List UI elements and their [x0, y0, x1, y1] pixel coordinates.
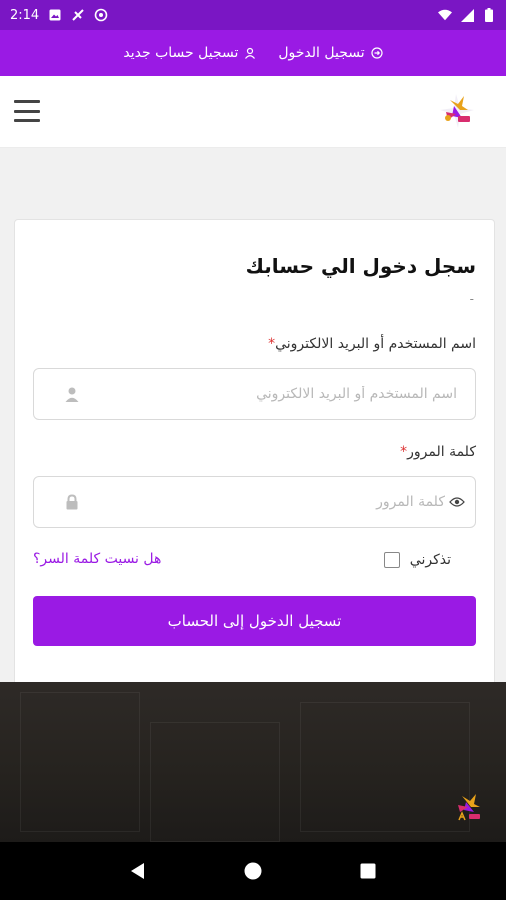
wifi-icon [438, 8, 452, 22]
login-icon [371, 47, 383, 59]
site-header [0, 76, 506, 148]
no-signal-icon [71, 8, 85, 22]
register-link[interactable]: تسجيل حساب جديد [123, 45, 256, 61]
status-bar: 2:14 [0, 0, 506, 30]
lock-icon [66, 494, 78, 510]
login-link-label: تسجيل الدخول [278, 45, 365, 61]
top-auth-bar: تسجيل الدخول تسجيل حساب جديد [0, 30, 506, 76]
forgot-password-link[interactable]: هل نسيت كلمة السر؟ [33, 551, 161, 567]
home-icon [244, 862, 262, 880]
image-icon [48, 8, 62, 22]
user-icon [245, 47, 256, 59]
password-label: كلمة المرور* [400, 444, 476, 460]
at-sign-icon [94, 8, 108, 22]
home-button[interactable] [242, 860, 264, 882]
username-label: اسم المستخدم أو البريد الالكتروني* [268, 336, 476, 352]
login-link[interactable]: تسجيل الدخول [278, 45, 383, 61]
navigation-bar [0, 842, 506, 900]
cell-signal-icon [460, 8, 474, 22]
title-separator: - [469, 292, 474, 306]
password-field [33, 476, 476, 528]
login-title: سجل دخول الي حسابك [245, 254, 476, 278]
back-button[interactable] [127, 860, 149, 882]
login-submit-button[interactable]: تسجيل الدخول إلى الحساب [33, 596, 476, 646]
site-logo[interactable] [434, 88, 480, 134]
login-card: سجل دخول الي حسابك - اسم المستخدم أو الب… [14, 219, 495, 689]
password-label-text: كلمة المرور [407, 444, 476, 460]
username-input[interactable] [78, 369, 457, 419]
floating-logo[interactable] [456, 792, 484, 822]
eye-icon[interactable] [449, 496, 465, 508]
user-icon [65, 387, 79, 402]
recents-button[interactable] [357, 860, 379, 882]
battery-icon [482, 8, 496, 22]
background-image [0, 682, 506, 842]
remember-me[interactable]: تذكرني [383, 552, 451, 568]
remember-me-label: تذكرني [409, 552, 451, 568]
password-input[interactable] [78, 477, 445, 527]
hamburger-menu-button[interactable] [14, 100, 40, 122]
remember-me-checkbox[interactable] [383, 552, 400, 568]
username-label-text: اسم المستخدم أو البريد الالكتروني [275, 336, 476, 352]
register-link-label: تسجيل حساب جديد [123, 45, 239, 61]
status-time: 2:14 [10, 7, 40, 23]
recents-icon [360, 863, 376, 879]
username-field [33, 368, 476, 420]
back-icon [130, 863, 144, 879]
